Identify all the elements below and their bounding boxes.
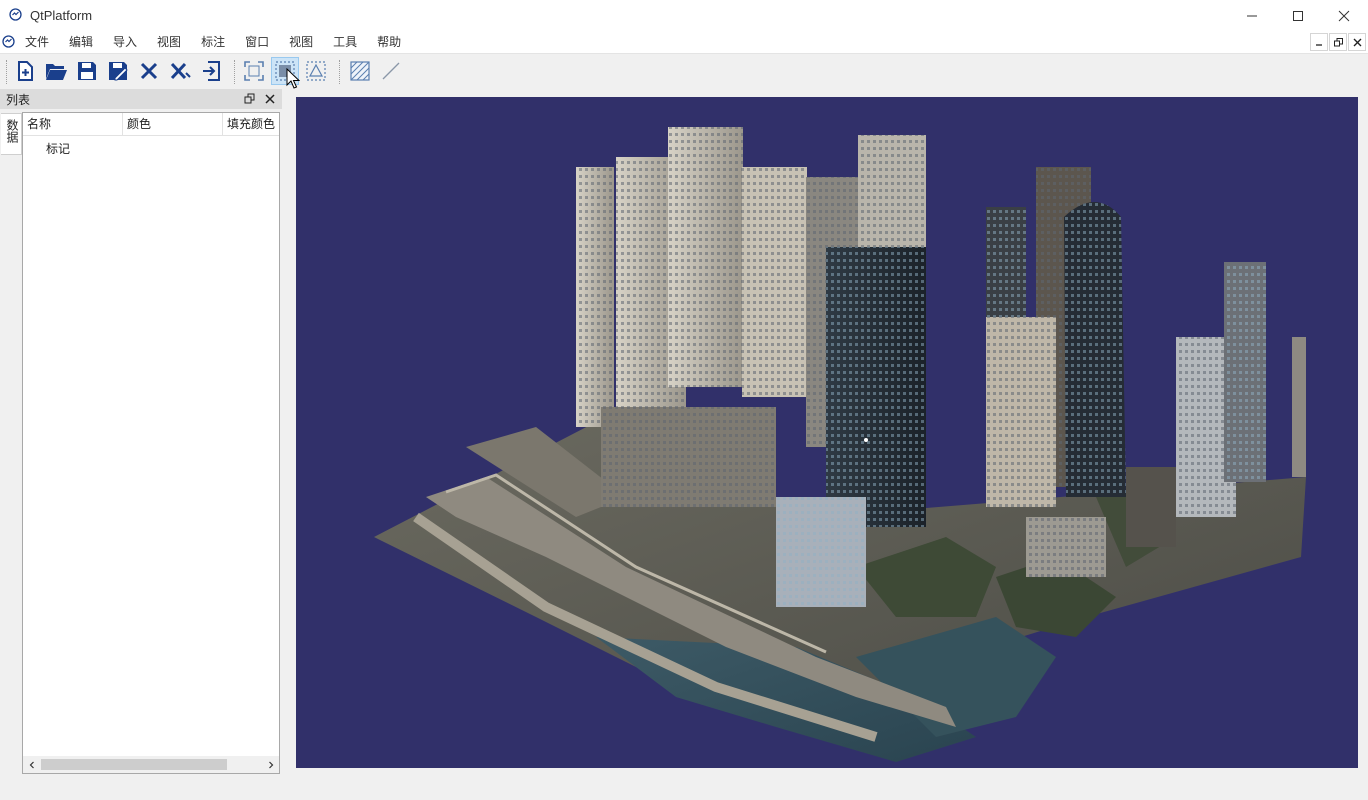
close-button[interactable] bbox=[135, 57, 163, 85]
menu-window[interactable]: 窗口 bbox=[239, 31, 275, 53]
chevron-left-icon bbox=[29, 761, 34, 768]
toolbar-grip[interactable] bbox=[234, 60, 237, 84]
toolbar bbox=[0, 54, 1368, 89]
hatch-fill-icon bbox=[350, 61, 370, 81]
dock-header: 列表 bbox=[0, 89, 282, 109]
select-region-icon bbox=[306, 61, 326, 81]
minimize-button[interactable] bbox=[1229, 0, 1275, 31]
scroll-left-button[interactable] bbox=[23, 756, 40, 773]
minimize-icon bbox=[1315, 43, 1322, 46]
scrollbar-thumb[interactable] bbox=[41, 759, 227, 770]
status-bar bbox=[0, 778, 1368, 800]
menu-file[interactable]: 文件 bbox=[19, 31, 55, 53]
minimize-icon bbox=[1247, 15, 1257, 16]
save-button[interactable] bbox=[73, 57, 101, 85]
menu-help[interactable]: 帮助 bbox=[371, 31, 407, 53]
hatch-fill-button[interactable] bbox=[346, 57, 374, 85]
save-as-icon bbox=[109, 62, 128, 81]
side-tab-label: 数据 bbox=[5, 119, 19, 143]
city-model-render bbox=[374, 127, 1306, 762]
toolbar-grip[interactable] bbox=[339, 60, 342, 84]
close-icon bbox=[1338, 10, 1350, 21]
new-file-button[interactable] bbox=[11, 57, 39, 85]
close-all-icon bbox=[170, 62, 191, 80]
scroll-right-button[interactable] bbox=[262, 756, 279, 773]
open-folder-button[interactable] bbox=[42, 57, 70, 85]
exit-icon bbox=[203, 61, 220, 81]
menu-view[interactable]: 视图 bbox=[151, 31, 187, 53]
fit-view-icon bbox=[244, 61, 264, 81]
menu-import[interactable]: 导入 bbox=[107, 31, 143, 53]
float-panel-icon[interactable] bbox=[243, 92, 257, 106]
mdi-restore-button[interactable] bbox=[1329, 33, 1347, 51]
save-icon bbox=[78, 62, 96, 80]
column-header-fill-color[interactable]: 填充颜色 bbox=[223, 113, 279, 135]
toolbar-grip[interactable] bbox=[6, 60, 9, 84]
close-panel-icon[interactable] bbox=[263, 92, 277, 106]
app-logo-icon bbox=[9, 8, 22, 21]
line-tool-icon bbox=[382, 62, 400, 80]
close-icon bbox=[1353, 38, 1361, 46]
column-header-color[interactable]: 颜色 bbox=[123, 113, 223, 135]
open-folder-icon bbox=[46, 64, 67, 80]
menu-edit[interactable]: 编辑 bbox=[63, 31, 99, 53]
list-dock-panel: 列表 数据 名称 颜色 填充颜色 标记 bbox=[0, 89, 282, 775]
title-bar: QtPlatform bbox=[0, 0, 1368, 31]
tree-item-label: 标记 bbox=[46, 142, 71, 156]
save-as-button[interactable] bbox=[104, 57, 132, 85]
menu-view-2[interactable]: 视图 bbox=[283, 31, 319, 53]
chevron-right-icon bbox=[268, 761, 273, 768]
close-button[interactable] bbox=[1321, 0, 1367, 31]
mouse-cursor-icon bbox=[286, 68, 300, 89]
horizontal-scrollbar[interactable] bbox=[23, 756, 279, 773]
exit-button[interactable] bbox=[197, 57, 225, 85]
column-header-name[interactable]: 名称 bbox=[23, 113, 123, 135]
object-tree[interactable]: 名称 颜色 填充颜色 标记 bbox=[22, 112, 280, 774]
side-tab-data[interactable]: 数据 bbox=[1, 113, 22, 155]
menu-annotate[interactable]: 标注 bbox=[195, 31, 231, 53]
maximize-button[interactable] bbox=[1275, 0, 1321, 31]
dock-title: 列表 bbox=[6, 93, 31, 107]
app-menu-icon[interactable] bbox=[2, 35, 15, 48]
close-all-button[interactable] bbox=[166, 57, 194, 85]
fit-view-button[interactable] bbox=[240, 57, 268, 85]
maximize-icon bbox=[1293, 10, 1303, 21]
3d-viewport[interactable] bbox=[296, 97, 1358, 768]
restore-icon bbox=[1333, 37, 1343, 46]
window-title: QtPlatform bbox=[30, 8, 93, 23]
new-file-icon bbox=[18, 61, 33, 81]
menu-tools[interactable]: 工具 bbox=[327, 31, 363, 53]
tree-header: 名称 颜色 填充颜色 bbox=[23, 113, 279, 136]
menu-bar: 文件 编辑 导入 视图 标注 窗口 视图 工具 帮助 bbox=[0, 31, 1368, 54]
select-region-button[interactable] bbox=[302, 57, 330, 85]
tree-row[interactable]: 标记 bbox=[23, 137, 279, 159]
close-x-icon bbox=[140, 62, 158, 80]
mdi-minimize-button[interactable] bbox=[1310, 33, 1328, 51]
mdi-close-button[interactable] bbox=[1348, 33, 1366, 51]
line-tool-button[interactable] bbox=[377, 57, 405, 85]
